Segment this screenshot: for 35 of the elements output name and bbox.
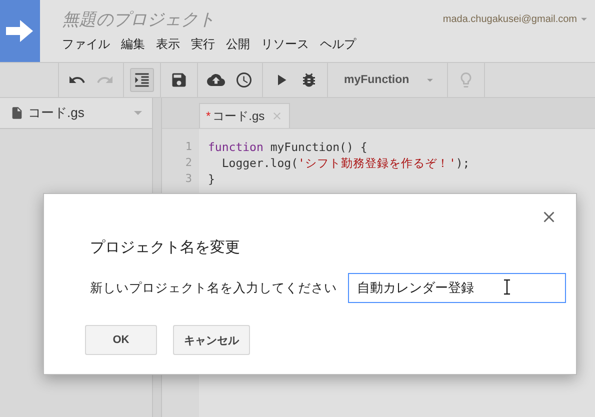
indent-icon [133, 71, 151, 89]
cancel-button[interactable]: キャンセル [173, 325, 250, 355]
menu-item[interactable]: 公開 [222, 36, 257, 53]
input-field[interactable]: 自動カレンダー登録 [348, 273, 566, 303]
text-cursor-icon [503, 279, 511, 295]
cloud-upload-icon [207, 71, 225, 89]
menu-item[interactable]: ヘルプ [316, 36, 363, 53]
file-name: コード.gs [28, 104, 86, 122]
file-icon [10, 106, 24, 120]
caret-icon [134, 111, 142, 115]
dialog-title: プロジェクト名を変更 [90, 238, 241, 257]
logo-icon[interactable] [0, 0, 40, 62]
code-line: Logger.log('シフト勤務登録を作るぞ！'); [220, 156, 470, 172]
tab-label: コード.gs [212, 108, 265, 124]
file-item[interactable]: コード.gs [0, 98, 152, 129]
menu-item[interactable]: リソース [257, 36, 316, 53]
menu-item[interactable]: 表示 [152, 36, 187, 53]
clock-icon [235, 71, 253, 89]
file-tab[interactable]: * コード.gs [199, 103, 290, 128]
line-number: 1 [184, 140, 193, 155]
unsaved-mark: * [206, 109, 211, 123]
ok-button[interactable]: OK [85, 325, 157, 355]
line-number: 2 [184, 156, 193, 171]
menu-item[interactable]: 編集 [117, 36, 152, 53]
line-number: 3 [184, 172, 193, 187]
bug-icon [300, 71, 318, 89]
code-line: function myFunction() { [208, 140, 368, 156]
account-email[interactable]: mada.chugakusei@gmail.com [442, 12, 591, 26]
code-line: } [208, 172, 216, 188]
menu-item[interactable]: 実行 [187, 36, 222, 53]
save-icon [170, 71, 188, 89]
field-label: 新しいプロジェクト名を入力してください [90, 280, 337, 296]
menu-item[interactable]: ファイル [58, 36, 117, 53]
indent-button[interactable] [130, 68, 154, 92]
function-select[interactable]: myFunction [334, 73, 442, 87]
